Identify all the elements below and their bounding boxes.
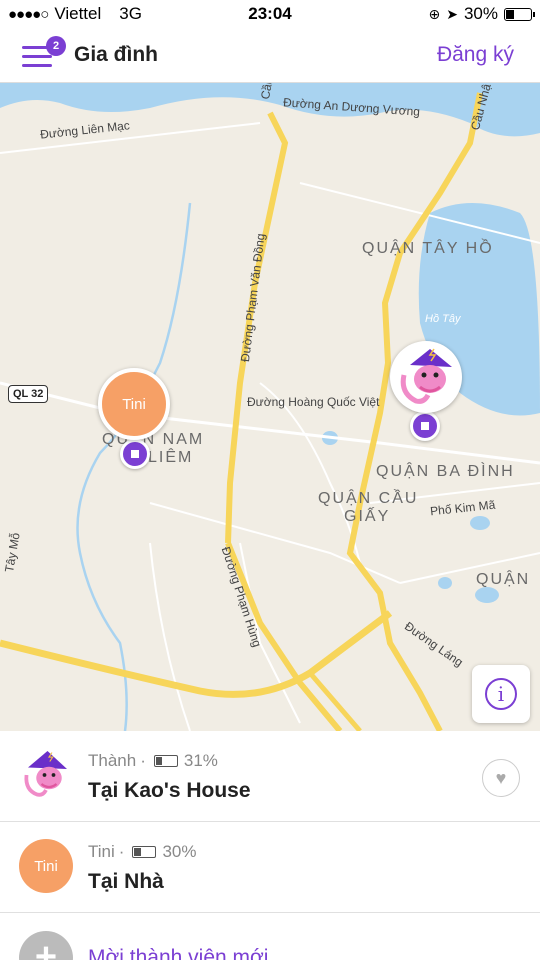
district-label: LIÊM bbox=[148, 449, 194, 466]
member-marker-tini[interactable]: Tini bbox=[98, 368, 170, 440]
district-label: GIẤY bbox=[344, 508, 391, 525]
notification-badge: 2 bbox=[46, 36, 66, 56]
battery-percent: 30% bbox=[463, 4, 498, 23]
status-bar: ●●●●○ Viettel 3G 23:04 ⊕ ➤ 30% bbox=[0, 0, 540, 28]
district-label: QUẬN BA ĐÌNH bbox=[376, 463, 515, 480]
member-meta: Thành · 31% bbox=[88, 751, 218, 771]
wizard-avatar-icon bbox=[19, 748, 73, 802]
member-name: Tini bbox=[88, 842, 115, 861]
separator-dot: · bbox=[118, 842, 125, 861]
battery-icon bbox=[504, 7, 535, 21]
battery-icon bbox=[132, 846, 157, 858]
member-meta: Tini · 30% bbox=[88, 842, 196, 862]
home-pin[interactable] bbox=[410, 411, 440, 441]
page-title: Gia đình bbox=[74, 43, 158, 66]
menu-icon-line bbox=[22, 55, 52, 58]
member-location-status: Tại Nhà bbox=[88, 870, 164, 893]
lake-label: Hồ Tây bbox=[425, 313, 461, 325]
member-list: Thành · 31% Tại Kao's House ♥ Tini Tini … bbox=[0, 731, 540, 960]
battery-icon bbox=[153, 755, 178, 767]
status-right: ⊕ ➤ 30% bbox=[428, 4, 535, 24]
district-label: QUẬN CẦU bbox=[318, 490, 419, 507]
invite-member-label: Mời thành viên mới bbox=[88, 946, 269, 960]
member-battery: 30% bbox=[162, 842, 197, 861]
invite-member-row[interactable]: + Mời thành viên mới bbox=[0, 913, 540, 960]
member-name: Thành bbox=[88, 751, 137, 770]
app-header: 2 Gia đình Đăng ký bbox=[0, 28, 540, 83]
info-icon: i bbox=[485, 678, 517, 710]
favorite-button[interactable]: ♥ bbox=[482, 759, 520, 797]
map-view[interactable]: Đường Liên Mạc Đường An Dương Vương Cầu … bbox=[0, 83, 540, 731]
location-arrow-icon: ➤ bbox=[446, 5, 458, 22]
add-icon: + bbox=[19, 931, 73, 960]
home-pin[interactable] bbox=[120, 439, 150, 469]
register-button[interactable]: Đăng ký bbox=[437, 43, 514, 67]
heart-icon: ♥ bbox=[495, 767, 507, 788]
member-row-thanh[interactable]: Thành · 31% Tại Kao's House ♥ bbox=[0, 731, 540, 822]
district-label: QUẬN TÂY HỒ bbox=[362, 240, 494, 257]
member-battery: 31% bbox=[183, 751, 218, 770]
highway-sign: QL 32 bbox=[8, 385, 49, 403]
street-label: Đường Hoàng Quốc Việt bbox=[247, 395, 380, 409]
district-label: QUẬN bbox=[476, 571, 531, 588]
avatar: Tini bbox=[19, 839, 73, 893]
member-location-status: Tại Kao's House bbox=[88, 779, 251, 802]
separator-dot: · bbox=[140, 751, 146, 770]
menu-icon-line bbox=[22, 64, 52, 67]
menu-button[interactable]: 2 bbox=[20, 36, 66, 72]
member-row-tini[interactable]: Tini Tini · 30% Tại Nhà bbox=[0, 822, 540, 913]
info-button[interactable]: i bbox=[472, 665, 530, 723]
orientation-lock-icon: ⊕ bbox=[428, 5, 441, 22]
member-marker-thanh[interactable] bbox=[390, 341, 462, 413]
wizard-avatar-icon bbox=[400, 348, 452, 404]
